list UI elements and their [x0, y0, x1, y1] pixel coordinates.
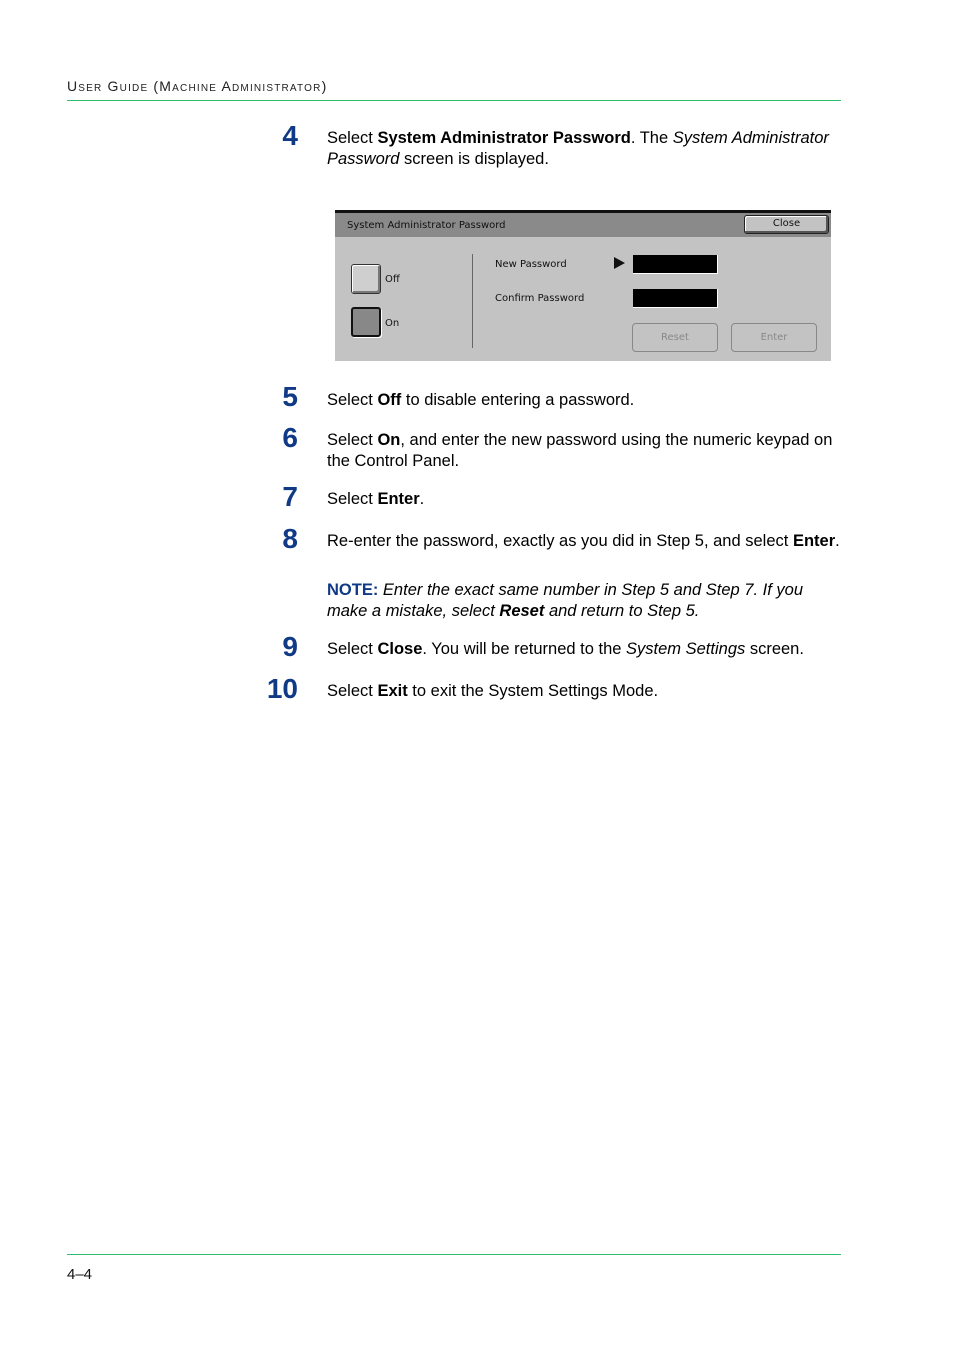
note-text: Enter the exact same number in Step 5 an… [327, 581, 803, 620]
bold-term: Close [377, 640, 423, 658]
text-run: Re-enter the password, exactly as you di… [327, 532, 793, 550]
step-text: Select Off to disable entering a passwor… [327, 390, 847, 411]
bold-italic-term: Reset [499, 602, 545, 620]
text-run: screen. [745, 640, 804, 658]
step-number: 10 [266, 673, 298, 704]
new-password-field[interactable] [633, 255, 718, 274]
step-text: Select Close. You will be returned to th… [327, 639, 847, 660]
bold-term: Enter [377, 490, 420, 508]
system-admin-password-screen: System Administrator Password Close Off … [335, 210, 831, 361]
step-text: Select Exit to exit the System Settings … [327, 681, 847, 702]
text-run: Select [327, 682, 378, 700]
enter-button[interactable]: Enter [731, 323, 817, 352]
close-button[interactable]: Close [744, 215, 829, 234]
step-text: Select On, and enter the new password us… [327, 430, 847, 472]
text-run: Select [327, 640, 378, 658]
step-text: Select System Administrator Password. Th… [327, 128, 847, 170]
step-text: Re-enter the password, exactly as you di… [327, 531, 847, 552]
bold-term: System Administrator Password [377, 129, 631, 147]
step-number: 8 [282, 523, 298, 554]
text-run: . [835, 532, 840, 550]
italic-term: System Settings [626, 640, 746, 658]
bold-term: On [377, 431, 401, 449]
note-label: NOTE: [327, 581, 379, 599]
on-toggle-button[interactable] [351, 307, 381, 337]
off-label: Off [385, 274, 400, 285]
text-run: Select [327, 431, 378, 449]
step-number: 4 [282, 120, 298, 151]
new-password-label: New Password [495, 259, 567, 270]
confirm-password-label: Confirm Password [495, 293, 585, 304]
bold-term: Exit [377, 682, 408, 700]
text-run: screen is displayed. [399, 150, 549, 168]
footer-rule [67, 1254, 841, 1255]
text-run: Select [327, 391, 378, 409]
reset-button[interactable]: Reset [632, 323, 718, 352]
text-run: to disable entering a password. [401, 391, 635, 409]
bold-term: Enter [792, 532, 836, 550]
on-label: On [385, 318, 400, 329]
text-run: Select [327, 490, 378, 508]
active-field-arrow-icon [614, 257, 625, 269]
step-number: 6 [282, 422, 298, 453]
divider [472, 254, 473, 348]
step-number: 7 [282, 481, 298, 512]
header-rule [67, 100, 841, 101]
screen-title: System Administrator Password [347, 220, 506, 231]
italic-term: and return to Step 5. [544, 602, 700, 620]
note: NOTE: Enter the exact same number in Ste… [327, 580, 847, 622]
step-number: 9 [282, 631, 298, 662]
confirm-password-field[interactable] [633, 289, 718, 308]
step-text: Select Enter. [327, 489, 847, 510]
step-number: 5 [282, 381, 298, 412]
text-run: . [419, 490, 425, 508]
text-run: to exit the System Settings Mode. [407, 682, 659, 700]
text-run: Select [327, 129, 378, 147]
text-run: , and enter the new password using the n… [327, 431, 833, 470]
text-run: . The [630, 129, 673, 147]
off-toggle-button[interactable] [351, 264, 381, 294]
bold-term: Off [377, 391, 402, 409]
page-number: 4–4 [67, 1266, 93, 1283]
text-run: . You will be returned to the [422, 640, 627, 658]
running-header: User Guide (Machine Administrator) [67, 78, 328, 94]
